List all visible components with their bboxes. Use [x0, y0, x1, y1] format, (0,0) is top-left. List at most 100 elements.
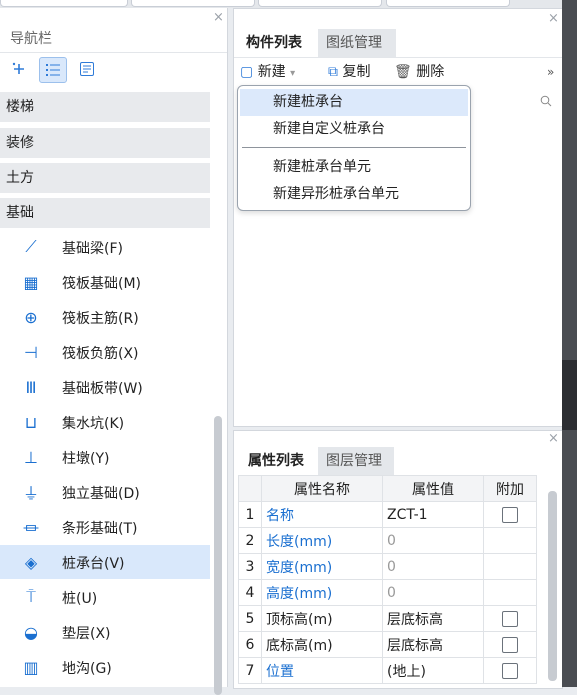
props-scrollbar[interactable] — [548, 491, 557, 681]
list-view-icon[interactable] — [39, 57, 67, 83]
nav-item-label: 柱墩(Y) — [62, 451, 110, 467]
property-value[interactable]: 0 — [382, 579, 484, 606]
nav-item-label: 地沟(G) — [62, 661, 112, 677]
grid-slab-icon: ▦ — [23, 272, 39, 292]
row-index: 6 — [238, 631, 262, 658]
extra-cell — [483, 501, 537, 528]
nav-item-label: 筏板主筋(R) — [62, 311, 139, 327]
close-icon[interactable]: × — [213, 10, 224, 25]
nav-item[interactable]: ⟋ 基础梁(F) — [0, 230, 210, 264]
extra-checkbox[interactable] — [502, 636, 518, 653]
property-name: 底标高(m) — [261, 631, 383, 658]
property-value[interactable]: ZCT-1 — [382, 501, 484, 528]
nav-item[interactable]: ◒ 垫层(X) — [0, 615, 210, 649]
tab-property-list[interactable]: 属性列表 — [240, 447, 316, 475]
row-index: 5 — [238, 605, 262, 632]
table-row[interactable]: 5 顶标高(m) 层底标高 — [238, 605, 537, 632]
nav-item[interactable]: ⏚ 独立基础(D) — [0, 475, 210, 509]
top-tab[interactable] — [0, 0, 128, 7]
main-rebar-icon: ⊕ — [24, 307, 38, 327]
table-row[interactable]: 6 底标高(m) 层底标高 — [238, 631, 537, 658]
menu-new-irregular-pile-cap-unit[interactable]: 新建异形桩承台单元 — [240, 181, 468, 208]
new-label: 新建 — [257, 64, 286, 80]
nav-item[interactable]: ▥ 地沟(G) — [0, 650, 210, 684]
search-icon — [540, 95, 552, 107]
table-row[interactable]: 2 长度(mm) 0 — [238, 527, 537, 554]
header-value: 属性值 — [382, 475, 484, 502]
nav-item[interactable]: ▦ 筏板基础(M) — [0, 265, 210, 299]
extra-checkbox[interactable] — [502, 662, 518, 679]
trench-icon: ▥ — [23, 657, 39, 677]
navigation-panel: × 导航栏 楼梯 装修 土方 基础 ⟋ 基础梁(F) ▦ 筏板基础(M) ⊕ 筏板主筋(R… — [0, 8, 228, 695]
copy-button[interactable]: ⧉ 复制 — [328, 60, 370, 84]
top-tab[interactable] — [386, 0, 510, 7]
divider — [0, 52, 227, 53]
property-value[interactable]: (地上) — [382, 657, 484, 684]
top-tab[interactable] — [131, 0, 255, 7]
dock-handle[interactable] — [562, 360, 577, 430]
category-stairs[interactable]: 楼梯 — [0, 92, 210, 122]
component-list-panel: × 构件列表 图纸管理 ▢ 新建 ▾ ⧉ 复制 🗑 删除 » — [233, 8, 563, 427]
nav-item-label: 筏板基础(M) — [62, 276, 142, 292]
cushion-icon: ◒ — [24, 622, 38, 642]
nav-item-label: 独立基础(D) — [62, 486, 140, 502]
category-earthwork[interactable]: 土方 — [0, 163, 210, 193]
top-tab[interactable] — [258, 0, 382, 7]
nav-item-label: 桩(U) — [62, 591, 98, 607]
close-icon[interactable]: × — [548, 431, 559, 446]
sump-icon: ⊔ — [24, 412, 38, 432]
extra-checkbox[interactable] — [502, 506, 518, 523]
nav-item-label: 集水坑(K) — [62, 416, 125, 432]
table-row[interactable]: 3 宽度(mm) 0 — [238, 553, 537, 580]
nav-item[interactable]: ⊕ 筏板主筋(R) — [0, 300, 210, 334]
side-dock — [562, 0, 577, 687]
nav-item-label: 基础梁(F) — [62, 241, 123, 257]
tab-component-list[interactable]: 构件列表 — [238, 29, 314, 57]
nav-item[interactable]: ⏛ 条形基础(T) — [0, 510, 210, 544]
table-row[interactable]: 1 名称 ZCT-1 — [238, 501, 537, 528]
table-header-row: 属性名称 属性值 附加 — [238, 475, 537, 502]
detail-view-icon[interactable] — [74, 57, 100, 81]
menu-new-pile-cap[interactable]: 新建桩承台 — [240, 89, 468, 116]
add-icon[interactable] — [6, 57, 32, 81]
nav-item[interactable]: ⊣ 筏板负筋(X) — [0, 335, 210, 369]
search-input[interactable] — [470, 90, 558, 112]
delete-button[interactable]: 🗑 删除 — [394, 60, 444, 84]
strip-footing-icon: ⏛ — [22, 519, 39, 538]
nav-item[interactable]: Ⅲ 基础板带(W) — [0, 370, 210, 404]
trash-icon: 🗑 — [394, 64, 412, 80]
table-row[interactable]: 7 位置 (地上) — [238, 657, 537, 684]
property-name: 宽度(mm) — [261, 553, 383, 580]
nav-item-label: 桩承台(V) — [62, 556, 125, 572]
nav-item[interactable]: ⊥ 柱墩(Y) — [0, 440, 210, 474]
property-value[interactable]: 0 — [382, 553, 484, 580]
property-value[interactable]: 0 — [382, 527, 484, 554]
extra-cell — [483, 527, 537, 554]
menu-new-pile-cap-unit[interactable]: 新建桩承台单元 — [240, 154, 468, 181]
category-foundation[interactable]: 基础 — [0, 198, 210, 228]
new-button[interactable]: ▢ 新建 ▾ — [240, 60, 295, 84]
category-decoration[interactable]: 装修 — [0, 128, 210, 158]
table-row[interactable]: 4 高度(mm) 0 — [238, 579, 537, 606]
nav-item[interactable]: ⊔ 集水坑(K) — [0, 405, 210, 439]
menu-new-custom-pile-cap[interactable]: 新建自定义桩承台 — [240, 116, 468, 143]
header-extra: 附加 — [483, 475, 537, 502]
property-name: 名称 — [261, 501, 383, 528]
extra-cell — [483, 579, 537, 606]
nav-item[interactable]: ⍑ 桩(U) — [0, 580, 210, 614]
nav-item[interactable]: ◈ 桩承台(V) — [0, 545, 210, 579]
more-icon[interactable]: » — [547, 60, 554, 84]
property-value[interactable]: 层底标高 — [382, 631, 484, 658]
pile-cap-icon: ◈ — [24, 552, 38, 572]
property-value[interactable]: 层底标高 — [382, 605, 484, 632]
nav-item-label: 垫层(X) — [62, 626, 111, 642]
extra-cell — [483, 631, 537, 658]
row-index: 3 — [238, 553, 262, 580]
close-icon[interactable]: × — [548, 11, 559, 26]
extra-checkbox[interactable] — [502, 610, 518, 627]
nav-scrollbar[interactable] — [214, 416, 222, 695]
property-table: 属性名称 属性值 附加 1 名称 ZCT-1 2 长度(mm) 0 3 宽度(mm) 0 4 高度(… — [238, 475, 537, 684]
tab-drawing-management[interactable]: 图纸管理 — [318, 29, 396, 57]
tab-layer-management[interactable]: 图层管理 — [318, 447, 394, 475]
divider — [234, 57, 562, 58]
